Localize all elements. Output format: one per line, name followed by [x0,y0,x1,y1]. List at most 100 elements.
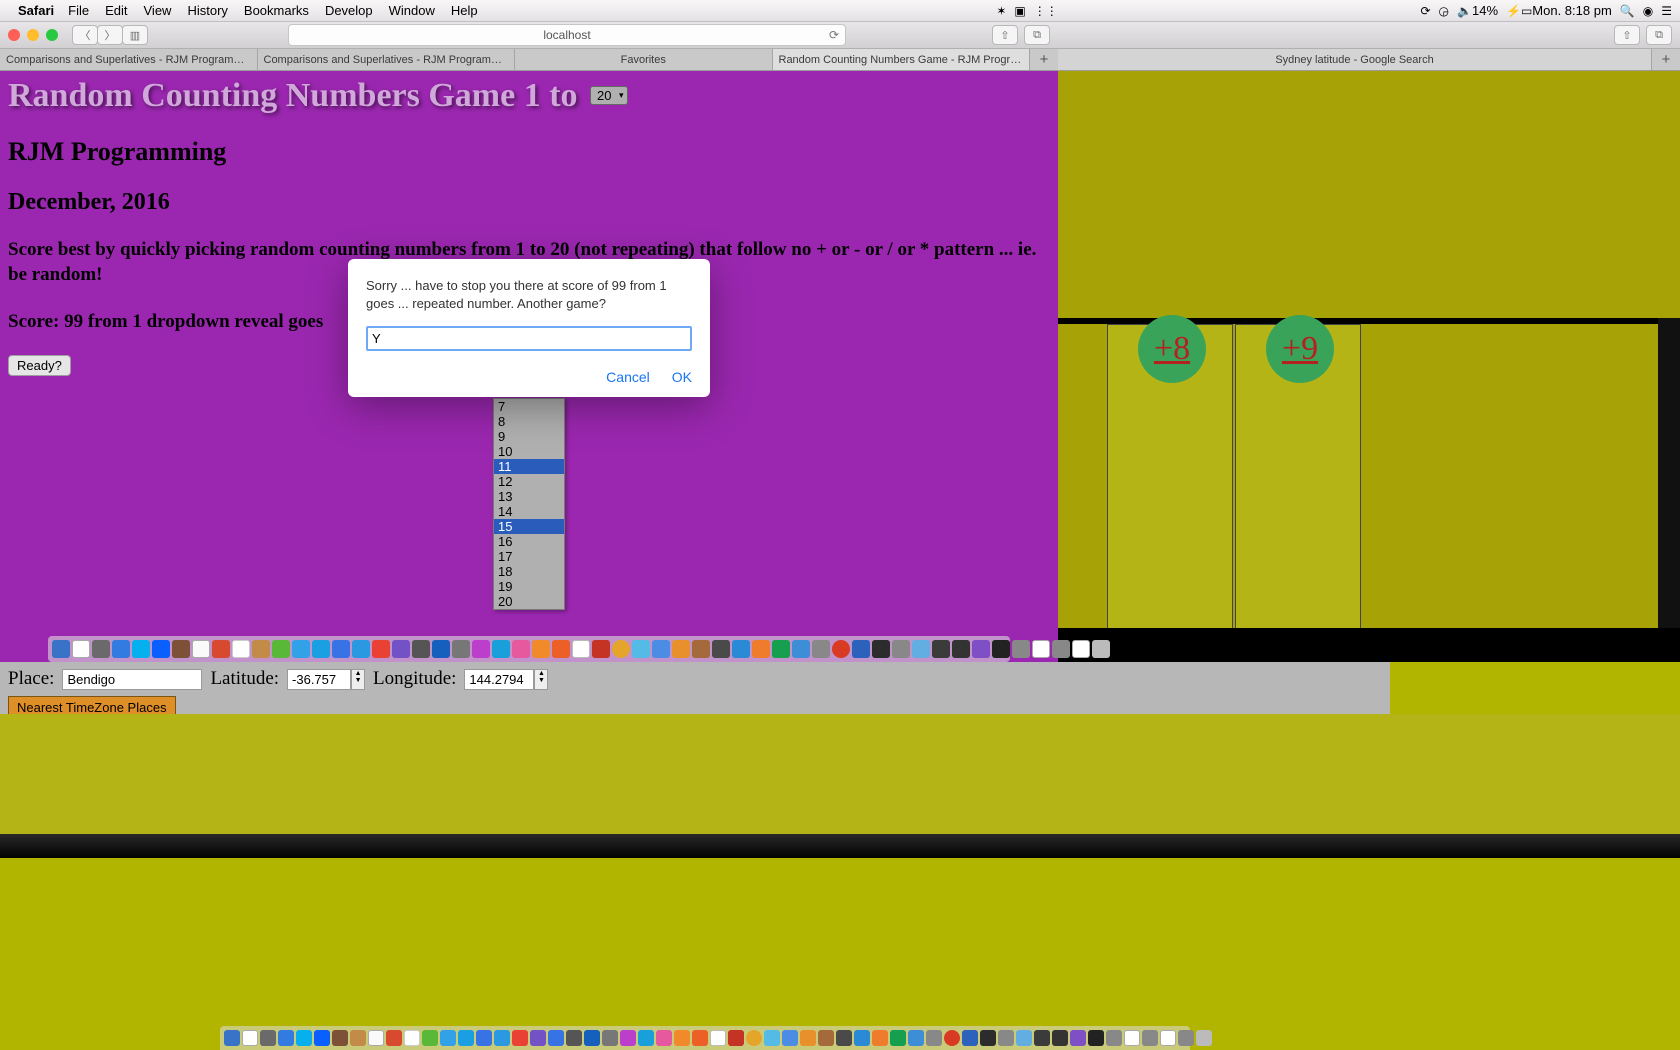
calendar-icon[interactable] [368,1030,384,1046]
app-icon[interactable] [890,1030,906,1046]
option-10[interactable]: 10 [494,444,564,459]
app-icon[interactable] [772,640,790,658]
battery-icon[interactable]: ⚡▭ [1506,4,1532,18]
status-icon[interactable]: ⋮⋮ [1034,4,1058,18]
app-icon[interactable] [912,640,930,658]
option-9[interactable]: 9 [494,429,564,444]
menu-develop[interactable]: Develop [325,3,373,18]
app-icon[interactable] [1106,1030,1122,1046]
ready-button[interactable]: Ready? [8,355,71,376]
app-icon[interactable] [476,1030,492,1046]
status-icon[interactable]: ⟳ [1420,4,1430,18]
app-icon[interactable] [908,1030,924,1046]
prompt-ok-button[interactable]: OK [672,369,692,385]
app-icon[interactable] [512,1030,528,1046]
trash-icon[interactable] [1092,640,1110,658]
app-icon[interactable] [732,640,750,658]
new-tab-button[interactable]: + [1652,49,1680,70]
textedit-icon[interactable] [72,640,90,658]
status-icon[interactable]: ▣ [1014,4,1025,18]
safari-icon[interactable] [132,640,150,658]
app-icon[interactable] [584,1030,600,1046]
finder-icon[interactable] [224,1030,240,1046]
app-icon[interactable] [818,1030,834,1046]
menu-view[interactable]: View [144,3,172,18]
forward-button[interactable]: 〉 [97,25,123,45]
app-icon[interactable] [782,1030,798,1046]
tab-3[interactable]: Random Counting Numbers Game - RJM Progr… [773,49,1031,70]
option-16[interactable]: 16 [494,534,564,549]
app-icon[interactable] [710,1030,726,1046]
app-icon[interactable] [1012,640,1030,658]
app-icon[interactable] [566,1030,582,1046]
menu-file[interactable]: File [68,3,89,18]
clock[interactable]: Mon. 8:18 pm [1532,3,1612,18]
title-max-select[interactable]: 20 [590,86,628,105]
option-20[interactable]: 20 [494,594,564,609]
app-icon[interactable] [852,640,870,658]
tabs-button[interactable]: ⧉ [1024,25,1050,45]
app-icon[interactable] [458,1030,474,1046]
option-8[interactable]: 8 [494,414,564,429]
app-icon[interactable] [1142,1030,1158,1046]
menu-history[interactable]: History [187,3,227,18]
prompt-cancel-button[interactable]: Cancel [606,369,650,385]
lat-stepper[interactable]: ▲▼ [351,669,365,690]
app-icon[interactable] [352,640,370,658]
app-icon[interactable] [656,1030,672,1046]
filezilla-icon[interactable] [592,640,610,658]
new-tab-button[interactable]: + [1030,49,1058,70]
app-icon[interactable] [962,1030,978,1046]
app-icon[interactable] [998,1030,1014,1046]
app-icon[interactable] [432,640,450,658]
app-icon[interactable] [1016,1030,1032,1046]
app-icon[interactable] [712,640,730,658]
app-icon[interactable] [530,1030,546,1046]
app-icon[interactable] [252,640,270,658]
tabs-button[interactable]: ⧉ [1646,25,1672,45]
option-18[interactable]: 18 [494,564,564,579]
tab-1[interactable]: Comparisons and Superlatives - RJM Progr… [258,49,516,70]
app-icon[interactable] [350,1030,366,1046]
reload-icon[interactable]: ⟳ [829,28,839,42]
app-icon[interactable] [926,1030,942,1046]
finder-icon[interactable] [52,640,70,658]
github-icon[interactable] [972,640,990,658]
app-icon[interactable] [854,1030,870,1046]
app-icon[interactable] [932,640,950,658]
app-icon[interactable] [552,640,570,658]
app-icon[interactable] [452,640,470,658]
filezilla-icon[interactable] [728,1030,744,1046]
app-icon[interactable] [692,640,710,658]
calendar-icon[interactable] [192,640,210,658]
chrome-icon[interactable] [746,1030,762,1046]
status-icon[interactable]: ✶ [996,4,1006,18]
menu-bookmarks[interactable]: Bookmarks [244,3,309,18]
appstore-icon[interactable] [152,640,170,658]
app-icon[interactable] [386,1030,402,1046]
menu-window[interactable]: Window [389,3,435,18]
firefox-icon[interactable] [752,640,770,658]
share-button[interactable]: ⇧ [1614,25,1640,45]
opera-icon[interactable] [832,640,850,658]
app-icon[interactable] [242,1030,258,1046]
app-icon[interactable] [314,1030,330,1046]
notifications-icon[interactable]: ☰ [1661,4,1672,18]
app-icon[interactable] [764,1030,780,1046]
contacts-icon[interactable] [172,640,190,658]
app-name[interactable]: Safari [18,3,54,18]
app-icon[interactable] [892,640,910,658]
option-19[interactable]: 19 [494,579,564,594]
option-17[interactable]: 17 [494,549,564,564]
app-icon[interactable] [440,1030,456,1046]
app-icon[interactable] [332,1030,348,1046]
messages-icon[interactable] [272,640,290,658]
systemprefs-icon[interactable] [92,640,110,658]
wifi-icon[interactable]: ◶ [1439,4,1449,18]
app-icon[interactable] [836,1030,852,1046]
app-icon[interactable] [392,640,410,658]
app-icon[interactable] [1070,1030,1086,1046]
trash-icon[interactable] [1196,1030,1212,1046]
app-icon[interactable] [1034,1030,1050,1046]
menu-edit[interactable]: Edit [105,3,127,18]
